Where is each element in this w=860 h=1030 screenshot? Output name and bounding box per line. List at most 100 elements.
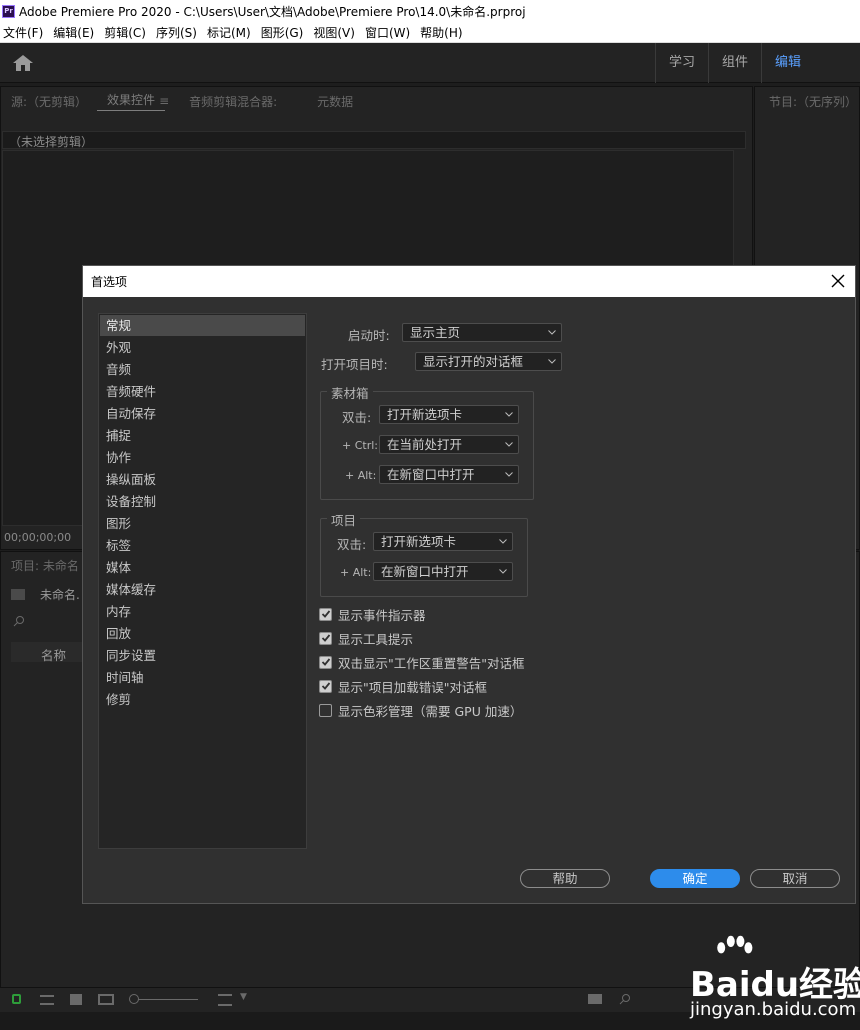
sidebar-item-trim[interactable]: 修剪 <box>100 689 305 710</box>
freeform-view-icon[interactable] <box>98 994 114 1005</box>
checkbox-show-event-indicators[interactable] <box>319 607 332 621</box>
zoom-slider[interactable] <box>130 999 198 1000</box>
menu-markers[interactable]: 标记(M) <box>204 24 258 41</box>
sidebar-item-capture[interactable]: 捕捉 <box>100 425 305 446</box>
watermark-url: jingyan.baidu.com <box>690 999 857 1020</box>
projects-alt-dropdown[interactable]: 在新窗口中打开 <box>373 562 513 581</box>
search-icon[interactable] <box>13 615 25 627</box>
menu-window[interactable]: 窗口(W) <box>362 24 417 41</box>
startup-value: 显示主页 <box>410 325 461 340</box>
chevron-down-icon <box>548 359 556 364</box>
sidebar-item-appearance[interactable]: 外观 <box>100 337 305 358</box>
automate-to-sequence-icon[interactable] <box>588 994 602 1004</box>
list-view-icon[interactable] <box>40 995 54 1005</box>
workspace-reset-warning-label: 双击显示"工作区重置警告"对话框 <box>338 655 525 671</box>
workspace-tab-learn[interactable]: 学习 <box>656 43 710 83</box>
checkmark-icon <box>321 682 330 690</box>
lock-icon[interactable] <box>12 994 21 1004</box>
menu-file[interactable]: 文件(F) <box>0 24 50 41</box>
project-load-errors-label: 显示"项目加载错误"对话框 <box>338 679 487 695</box>
bins-ctrl-dropdown[interactable]: 在当前处打开 <box>379 435 519 454</box>
bins-group: 素材箱 双击: 打开新选项卡 + Ctrl: 在当前处打开 + Alt: 在新窗… <box>320 383 534 500</box>
menu-sequence[interactable]: 序列(S) <box>153 24 204 41</box>
sidebar-item-general[interactable]: 常规 <box>100 315 305 336</box>
bins-legend: 素材箱 <box>327 383 373 402</box>
checkbox-row-workspace-reset-warning[interactable]: 双击显示"工作区重置警告"对话框 <box>319 653 525 671</box>
checkbox-row-color-management[interactable]: 显示色彩管理（需要 GPU 加速） <box>319 701 522 719</box>
open-project-dropdown[interactable]: 显示打开的对话框 <box>415 352 562 371</box>
menu-help[interactable]: 帮助(H) <box>417 24 469 41</box>
sidebar-item-control-surface[interactable]: 操纵面板 <box>100 469 305 490</box>
projects-double-click-label: 双击: <box>337 537 367 552</box>
bins-double-click-label: 双击: <box>342 410 372 425</box>
preferences-sidebar: 常规 外观 音频 音频硬件 自动保存 捕捉 协作 操纵面板 设备控制 图形 标签… <box>98 313 307 849</box>
show-event-indicators-label: 显示事件指示器 <box>338 607 426 623</box>
checkbox-project-load-errors[interactable] <box>319 679 332 693</box>
baidu-watermark: Baidu经验 jingyan.baidu.com <box>660 935 860 1025</box>
menu-edit[interactable]: 编辑(E) <box>50 24 101 41</box>
source-panel-tabs: 源:（无剪辑） 效果控件 ≡ 音频剪辑混合器: 元数据 <box>1 87 752 115</box>
sidebar-item-media[interactable]: 媒体 <box>100 557 305 578</box>
checkbox-color-management[interactable] <box>319 703 332 717</box>
sidebar-item-audio[interactable]: 音频 <box>100 359 305 380</box>
tab-metadata[interactable]: 元数据 <box>307 93 363 110</box>
startup-dropdown[interactable]: 显示主页 <box>402 323 562 342</box>
chevron-down-icon[interactable]: ▼ <box>240 992 247 1002</box>
sidebar-item-auto-save[interactable]: 自动保存 <box>100 403 305 424</box>
projects-legend: 项目 <box>327 510 361 529</box>
sidebar-item-playback[interactable]: 回放 <box>100 623 305 644</box>
column-name-header[interactable]: 名称 <box>41 645 66 664</box>
zoom-slider-handle[interactable] <box>129 994 139 1004</box>
sidebar-item-graphics[interactable]: 图形 <box>100 513 305 534</box>
bins-ctrl-value: 在当前处打开 <box>387 437 463 452</box>
color-management-label: 显示色彩管理（需要 GPU 加速） <box>338 703 523 719</box>
bins-alt-dropdown[interactable]: 在新窗口中打开 <box>379 465 519 484</box>
bins-double-click-value: 打开新选项卡 <box>387 407 463 422</box>
project-column-header: 名称 <box>11 642 83 664</box>
find-icon[interactable] <box>619 993 631 1005</box>
checkbox-row-show-tooltips[interactable]: 显示工具提示 <box>319 629 413 647</box>
projects-double-click-dropdown[interactable]: 打开新选项卡 <box>373 532 513 551</box>
help-button[interactable]: 帮助 <box>520 869 610 888</box>
project-item-name[interactable]: 未命名. <box>40 586 80 603</box>
sidebar-item-labels[interactable]: 标签 <box>100 535 305 556</box>
sidebar-item-sync-settings[interactable]: 同步设置 <box>100 645 305 666</box>
sidebar-item-device-control[interactable]: 设备控制 <box>100 491 305 512</box>
checkbox-row-project-load-errors[interactable]: 显示"项目加载错误"对话框 <box>319 677 487 695</box>
tab-source[interactable]: 源:（无剪辑） <box>1 93 97 110</box>
icon-view-icon[interactable] <box>70 994 82 1005</box>
title-bar: Pr Adobe Premiere Pro 2020 - C:\Users\Us… <box>0 0 860 23</box>
workspace-tab-editing[interactable]: 编辑 <box>762 43 814 83</box>
tab-project[interactable]: 项目: 未命名 <box>11 557 79 574</box>
menu-bar: 文件(F) 编辑(E) 剪辑(C) 序列(S) 标记(M) 图形(G) 视图(V… <box>0 23 860 43</box>
tab-program[interactable]: 节目:（无序列） <box>759 93 860 110</box>
sidebar-item-memory[interactable]: 内存 <box>100 601 305 622</box>
checkbox-row-show-event-indicators[interactable]: 显示事件指示器 <box>319 605 426 623</box>
sidebar-item-media-cache[interactable]: 媒体缓存 <box>100 579 305 600</box>
menu-clip[interactable]: 剪辑(C) <box>101 24 153 41</box>
workspace-tab-assembly[interactable]: 组件 <box>709 43 763 83</box>
ok-button[interactable]: 确定 <box>650 869 740 888</box>
sidebar-item-timeline[interactable]: 时间轴 <box>100 667 305 688</box>
dialog-title: 首选项 <box>91 275 128 289</box>
dialog-title-bar: 首选项 <box>83 266 855 297</box>
checkbox-show-tooltips[interactable] <box>319 631 332 645</box>
checkbox-workspace-reset-warning[interactable] <box>319 655 332 669</box>
tab-audio-clip-mixer[interactable]: 音频剪辑混合器: <box>179 93 287 110</box>
premiere-app-icon: Pr <box>2 5 15 18</box>
close-icon[interactable] <box>829 272 847 290</box>
home-icon[interactable] <box>12 54 34 72</box>
chevron-down-icon <box>499 539 507 544</box>
bins-alt-label: + Alt: <box>345 469 377 482</box>
menu-graphics[interactable]: 图形(G) <box>258 24 311 41</box>
bins-double-click-dropdown[interactable]: 打开新选项卡 <box>379 405 519 424</box>
projects-group: 项目 双击: 打开新选项卡 + Alt: 在新窗口中打开 <box>320 510 528 597</box>
sidebar-item-collaboration[interactable]: 协作 <box>100 447 305 468</box>
cancel-button[interactable]: 取消 <box>750 869 840 888</box>
sort-icon[interactable] <box>218 994 232 1006</box>
chevron-down-icon <box>499 569 507 574</box>
sidebar-item-audio-hardware[interactable]: 音频硬件 <box>100 381 305 402</box>
tab-effect-controls[interactable]: 效果控件 <box>97 91 166 111</box>
panel-menu-icon[interactable]: ≡ <box>159 94 169 108</box>
menu-view[interactable]: 视图(V) <box>310 24 362 41</box>
